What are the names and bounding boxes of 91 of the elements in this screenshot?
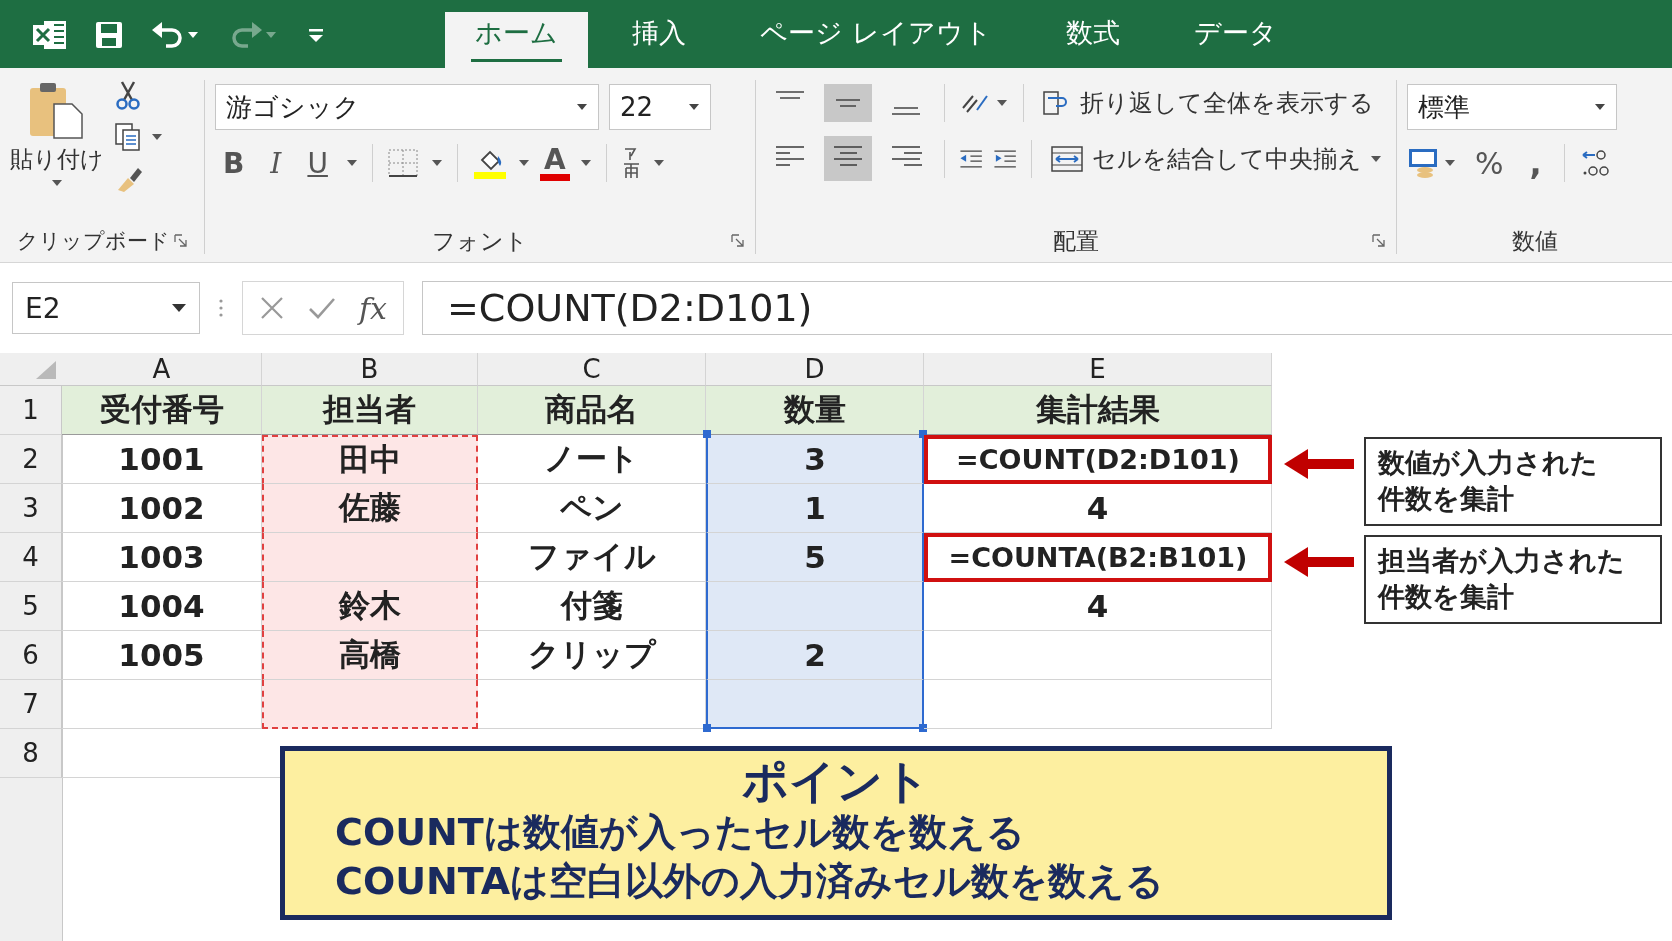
row-header[interactable]: 6 [0,631,62,680]
row-header[interactable]: 2 [0,435,62,484]
selection-handle[interactable] [919,724,927,732]
underline-button[interactable]: U [299,146,336,180]
row-header[interactable]: 7 [0,680,62,729]
percent-button[interactable]: % [1467,145,1512,181]
row-header[interactable]: 3 [0,484,62,533]
ribbon-tab[interactable]: 挿入 [602,12,716,68]
caret-icon[interactable] [430,159,443,167]
caret-icon [576,103,588,111]
table-cell: 5 [706,533,924,582]
table-cell: 数量 [706,386,924,435]
selection-handle[interactable] [703,430,711,438]
column-header[interactable]: A [62,353,262,386]
caret-icon [51,179,63,187]
font-size-dropdown[interactable]: 22 [609,84,711,130]
insert-function-button[interactable]: fx [359,290,388,326]
name-box[interactable]: E2 [12,282,200,334]
caret-icon [688,103,700,111]
clipboard-icon [28,80,86,140]
align-lines-icon [774,90,806,100]
align-button[interactable] [824,136,872,181]
group-label: クリップボード [16,228,170,255]
callout-note: 担当者が入力された 件数を集計 [1364,535,1662,624]
column-header[interactable]: C [478,353,706,386]
arrow-icon [1284,449,1354,479]
caret-icon [1594,103,1606,111]
table-cell: 佐藤 [262,484,478,533]
borders-icon[interactable] [386,148,421,178]
column-header[interactable]: B [262,353,478,386]
table-cell: 4 [924,582,1272,631]
wrap-text-button[interactable]: 折り返して全体を表示する [1038,87,1378,119]
row-header[interactable]: 8 [0,729,62,778]
close-icon[interactable] [259,295,285,321]
ribbon-tab[interactable]: ホーム [445,12,588,68]
caret-icon[interactable] [517,159,530,167]
table-cell: 田中 [262,435,478,484]
point-title: ポイント [741,755,931,808]
cut-icon[interactable] [114,80,142,110]
table-cell: 高橋 [262,631,478,680]
table-cell: 1 [706,484,924,533]
caret-icon[interactable] [345,159,358,167]
merge-cells-icon [1050,143,1084,174]
table-cell: 商品名 [478,386,706,435]
column-header[interactable]: E [924,353,1272,386]
caret-icon [171,303,187,313]
caret-icon[interactable] [652,159,665,167]
caret-icon[interactable] [579,159,592,167]
table-cell: 集計結果 [924,386,1272,435]
point-text: COUNTAは空白以外の入力済みセル数を数える [335,858,1166,906]
save-icon[interactable] [94,20,124,50]
dialog-launcher-icon[interactable] [1372,234,1386,248]
group-label: 配置 [1053,226,1099,256]
table-cell: 4 [924,484,1272,533]
arrow-icon [1284,547,1354,577]
table-cell: 鈴木 [262,582,478,631]
row-header[interactable]: 4 [0,533,62,582]
paste-button[interactable]: 貼り付け [10,80,104,220]
number-format-dropdown[interactable]: 標準 [1407,84,1617,130]
callout-note: 数値が入力された 件数を集計 [1364,437,1662,526]
align-lines-icon [890,106,922,116]
merge-center-button[interactable]: セルを結合して中央揃え [1046,142,1386,175]
ribbon-tab[interactable]: ページ レイアウト [730,12,1022,68]
selection-handle[interactable] [919,430,927,438]
formula-input[interactable]: =COUNT(D2:D101) [422,281,1672,335]
comma-style-button[interactable]: , [1521,144,1550,182]
row-header[interactable]: 5 [0,582,62,631]
copy-icon[interactable] [114,122,164,152]
selection-handle[interactable] [703,724,711,732]
table-cell: 受付番号 [62,386,262,435]
table-cell: 担当者 [262,386,478,435]
column-header[interactable]: D [706,353,924,386]
caret-icon [1370,154,1382,163]
group-label: フォント [432,226,528,256]
dialog-launcher-icon[interactable] [173,234,188,248]
group-label: 数値 [1511,226,1558,256]
dialog-launcher-icon[interactable] [731,234,745,248]
bold-button[interactable]: B [215,146,253,180]
align-button[interactable] [824,84,872,122]
table-cell: 2 [706,631,924,680]
highlighted-cell: =COUNTA(B2:B101) [924,533,1272,582]
row-header[interactable]: 1 [0,386,62,435]
point-text: COUNTは数値が入ったセル数を数える [335,808,1026,856]
font-color-button[interactable]: A [539,145,570,181]
highlighted-cell: =COUNT(D2:D101) [924,435,1272,484]
font-name-dropdown[interactable]: 游ゴシック [215,84,599,130]
italic-button[interactable]: I [262,146,290,180]
more-options-icon[interactable] [218,297,224,319]
ribbon-tab[interactable]: データ [1163,12,1307,68]
ribbon-tab[interactable]: 数式 [1035,12,1150,68]
currency-icon[interactable] [1407,146,1457,180]
